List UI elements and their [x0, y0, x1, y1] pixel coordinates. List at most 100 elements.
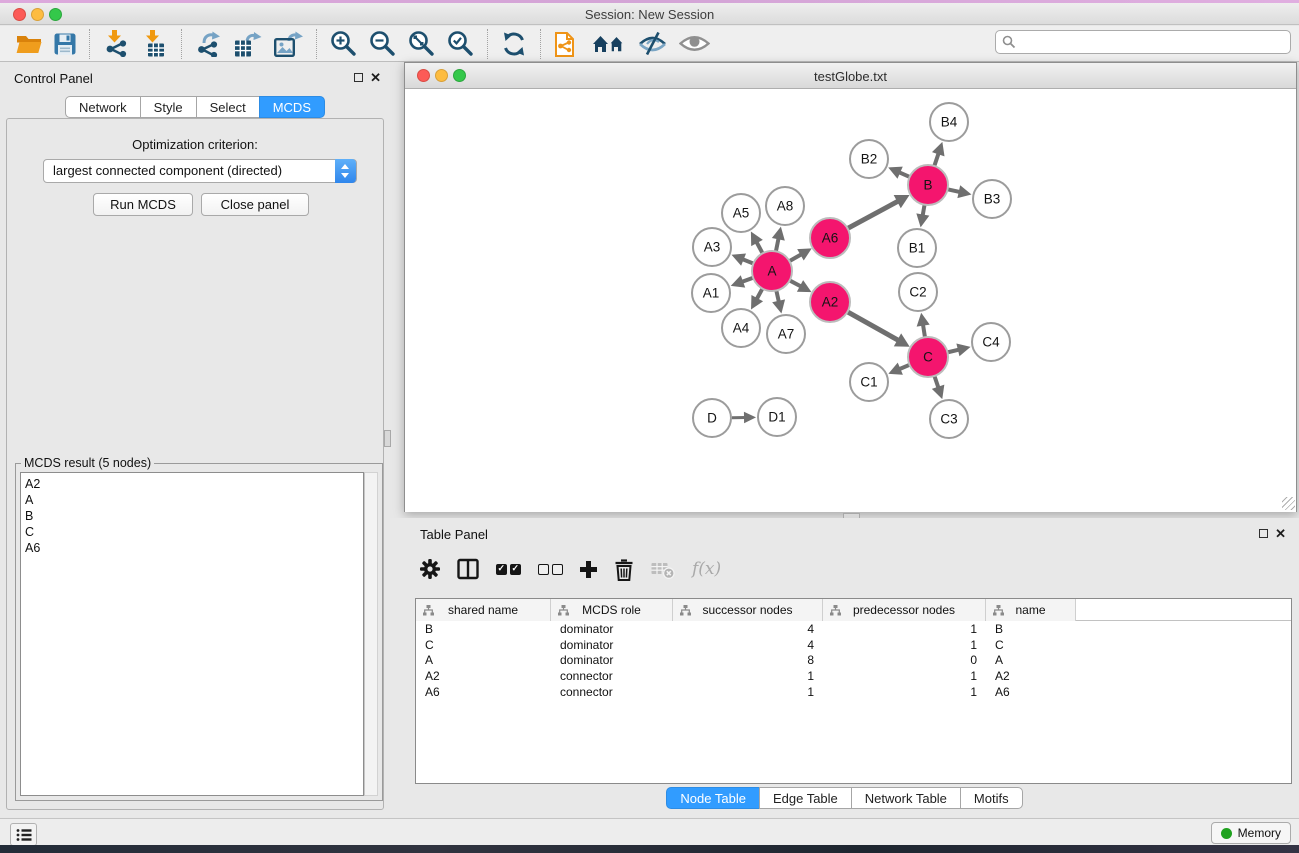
graph-node-C4[interactable]: C4 [972, 323, 1010, 361]
create-column-button[interactable] [580, 555, 597, 583]
node-attribute-table[interactable]: shared nameMCDS rolesuccessor nodesprede… [415, 598, 1292, 784]
mcds-result-item[interactable]: C [25, 524, 363, 540]
tab-node-table[interactable]: Node Table [666, 787, 760, 809]
graph-edge-A-A8[interactable] [772, 227, 785, 252]
tab-select[interactable]: Select [196, 96, 260, 118]
import-table-button[interactable] [136, 28, 174, 60]
graph-node-A2[interactable]: A2 [810, 282, 850, 322]
export-image-button[interactable] [268, 28, 309, 60]
table-settings-button[interactable] [420, 555, 440, 583]
graph-edge-A-A1[interactable] [731, 275, 753, 287]
show-graphics-details-button[interactable] [673, 28, 716, 60]
mcds-result-item[interactable]: A2 [25, 476, 363, 492]
network-window-titlebar[interactable]: testGlobe.txt [405, 63, 1296, 89]
graph-node-A6[interactable]: A6 [810, 218, 850, 258]
table-row[interactable]: Cdominator41C [416, 637, 1291, 653]
table-cell[interactable]: 1 [823, 638, 986, 652]
table-row[interactable]: A6connector11A6 [416, 684, 1291, 700]
table-cell[interactable]: dominator [551, 622, 673, 636]
graph-node-A3[interactable]: A3 [693, 228, 731, 266]
search-field[interactable] [995, 30, 1291, 54]
table-cell[interactable]: 4 [673, 638, 823, 652]
graph-edge-B-B2[interactable] [888, 167, 909, 179]
network-view-window[interactable]: testGlobe.txt B4B2BB3B1A5A8A6A3AA1A2C2A4… [404, 62, 1297, 512]
close-panel-icon[interactable]: ✕ [1275, 526, 1286, 542]
tab-network[interactable]: Network [65, 96, 141, 118]
graph-node-A8[interactable]: A8 [766, 187, 804, 225]
graph-node-C[interactable]: C [908, 337, 948, 377]
graph-node-A7[interactable]: A7 [767, 315, 805, 353]
show-all-networks-button[interactable] [586, 28, 632, 60]
graph-edge-B-B3[interactable] [948, 185, 972, 198]
graph-node-D1[interactable]: D1 [758, 398, 796, 436]
table-cell[interactable]: A [416, 653, 551, 667]
mcds-result-list[interactable]: A2ABCA6 [20, 472, 364, 796]
table-cell[interactable]: B [416, 622, 551, 636]
graph-edge-C-C4[interactable] [947, 343, 970, 356]
deselect-all-button[interactable] [538, 555, 563, 583]
task-history-button[interactable] [10, 823, 37, 846]
graph-edge-A-A3[interactable] [731, 253, 753, 265]
mcds-result-item[interactable]: A [25, 492, 363, 508]
graph-node-B3[interactable]: B3 [973, 180, 1011, 218]
tab-style[interactable]: Style [140, 96, 197, 118]
zoom-out-button[interactable] [363, 28, 402, 60]
graph-edge-A-A6[interactable] [789, 248, 811, 261]
tab-edge-table[interactable]: Edge Table [759, 787, 852, 809]
graph-edge-A6-B[interactable] [848, 195, 910, 228]
graph-edge-A-A4[interactable] [751, 289, 763, 310]
export-network-button[interactable] [189, 28, 228, 60]
app-titlebar[interactable]: Session: New Session [0, 3, 1299, 25]
table-cell[interactable]: dominator [551, 638, 673, 652]
table-cell[interactable]: connector [551, 685, 673, 699]
table-cell[interactable]: 0 [823, 653, 986, 667]
window-resize-grip[interactable] [1282, 497, 1295, 510]
column-header-predecessor-nodes[interactable]: predecessor nodes [823, 599, 986, 621]
table-cell[interactable]: 8 [673, 653, 823, 667]
save-session-button[interactable] [48, 28, 82, 60]
table-cell[interactable]: C [986, 638, 1076, 652]
mcds-result-item[interactable]: B [25, 508, 363, 524]
table-cell[interactable]: 1 [823, 685, 986, 699]
tab-motifs[interactable]: Motifs [960, 787, 1023, 809]
delete-table-button-disabled[interactable] [651, 555, 675, 583]
export-table-button[interactable] [228, 28, 268, 60]
table-row[interactable]: Adominator80A [416, 653, 1291, 669]
table-cell[interactable]: 1 [673, 669, 823, 683]
zoom-fit-button[interactable] [402, 28, 441, 60]
column-header-mcds-role[interactable]: MCDS role [551, 599, 673, 621]
table-cell[interactable]: B [986, 622, 1076, 636]
graph-node-A1[interactable]: A1 [692, 274, 730, 312]
column-header-shared-name[interactable]: shared name [416, 599, 551, 621]
graph-node-C2[interactable]: C2 [899, 273, 937, 311]
close-panel-icon[interactable]: ✕ [370, 70, 381, 86]
tab-network-table[interactable]: Network Table [851, 787, 961, 809]
table-cell[interactable]: A6 [986, 685, 1076, 699]
table-cell[interactable]: A6 [416, 685, 551, 699]
graph-edge-B-B1[interactable] [916, 205, 929, 228]
graph-node-C1[interactable]: C1 [850, 363, 888, 401]
graph-edge-B-B4[interactable] [932, 142, 945, 166]
graph-node-A[interactable]: A [752, 251, 792, 291]
table-cell[interactable]: A [986, 653, 1076, 667]
select-all-button[interactable] [496, 555, 521, 583]
graph-node-C3[interactable]: C3 [930, 400, 968, 438]
table-cell[interactable]: 4 [673, 622, 823, 636]
table-cell[interactable]: 1 [823, 669, 986, 683]
search-input[interactable] [1020, 32, 1290, 52]
graph-node-D[interactable]: D [693, 399, 731, 437]
graph-edge-A-A5[interactable] [751, 232, 763, 254]
import-network-button[interactable] [97, 28, 136, 60]
graph-node-A4[interactable]: A4 [722, 309, 760, 347]
mcds-result-scrollbar[interactable] [364, 472, 378, 796]
tab-mcds[interactable]: MCDS [259, 96, 325, 118]
float-panel-icon[interactable] [1259, 529, 1268, 538]
hide-graphics-details-button[interactable] [632, 28, 673, 60]
table-cell[interactable]: A2 [986, 669, 1076, 683]
mcds-result-item[interactable]: A6 [25, 540, 363, 556]
graph-node-A5[interactable]: A5 [722, 194, 760, 232]
graph-edge-D-D1[interactable] [732, 412, 756, 423]
table-cell[interactable]: C [416, 638, 551, 652]
graph-node-B2[interactable]: B2 [850, 140, 888, 178]
float-panel-icon[interactable] [354, 73, 363, 82]
